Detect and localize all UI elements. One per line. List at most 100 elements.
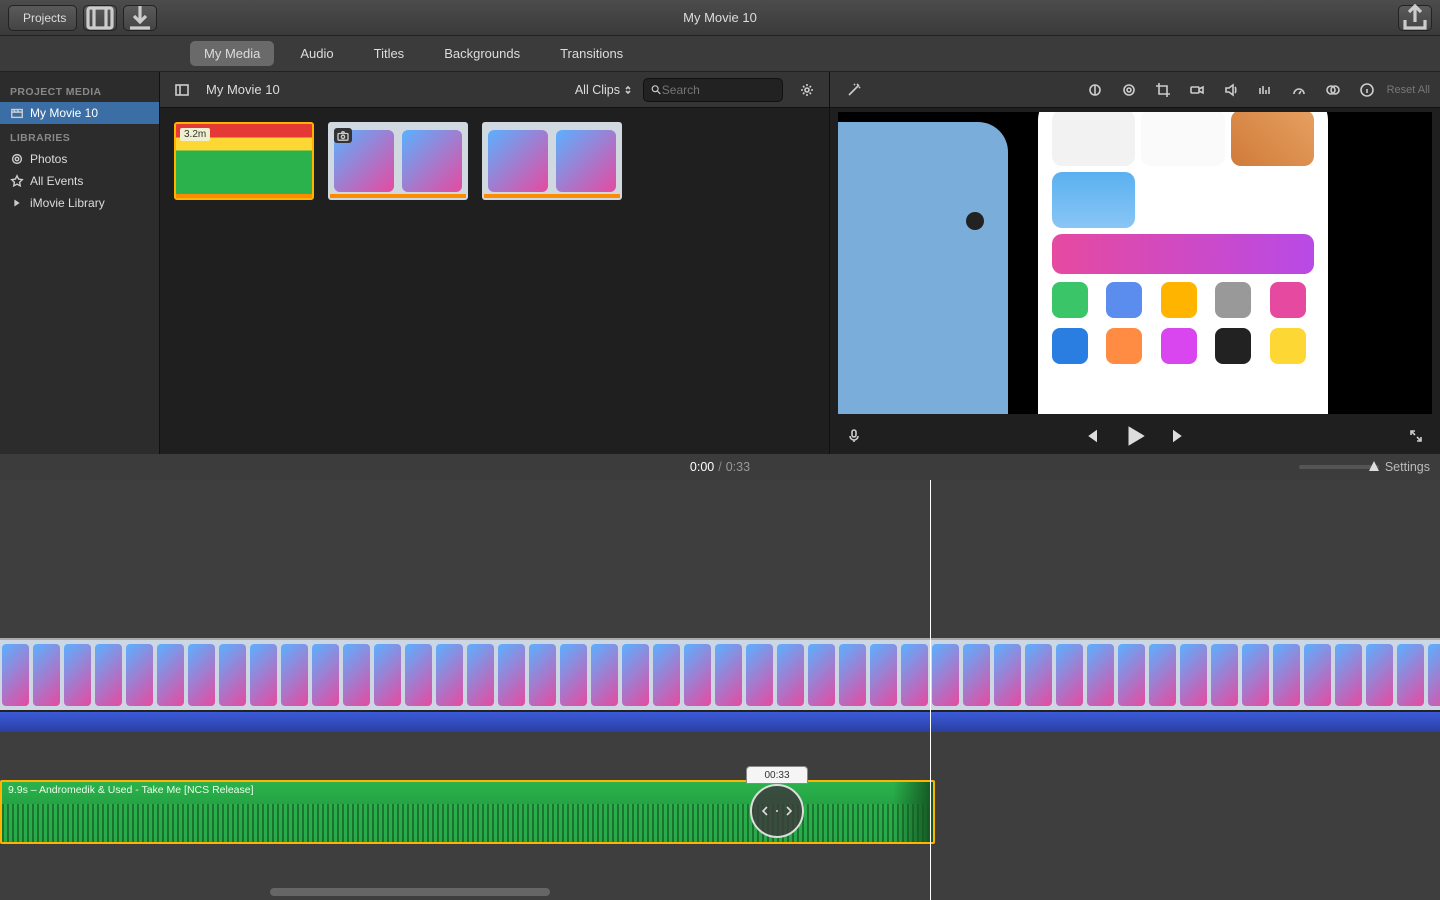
- preview-viewport[interactable]: [838, 112, 1432, 414]
- timeline-scrollbar[interactable]: [270, 888, 550, 896]
- timeline-frame[interactable]: [1054, 640, 1116, 710]
- sidebar-item-label: iMovie Library: [30, 196, 105, 210]
- timeline-frame[interactable]: [372, 640, 434, 710]
- tab-backgrounds[interactable]: Backgrounds: [430, 41, 534, 66]
- sidebar-item-label: My Movie 10: [30, 106, 98, 120]
- sidebar-item-all-events[interactable]: All Events: [0, 170, 159, 192]
- projects-back-button[interactable]: Projects: [8, 5, 77, 31]
- media-settings-button[interactable]: [793, 78, 821, 102]
- search-field[interactable]: [643, 78, 783, 102]
- reset-all-button[interactable]: Reset All: [1387, 84, 1430, 96]
- info-button[interactable]: [1353, 78, 1381, 102]
- media-clip-audio[interactable]: 3.2m: [174, 122, 314, 200]
- sidebar-item-photos[interactable]: Photos: [0, 148, 159, 170]
- tab-my-media[interactable]: My Media: [190, 41, 274, 66]
- timeline-frame[interactable]: [1364, 640, 1426, 710]
- color-correction-button[interactable]: [1115, 78, 1143, 102]
- timeline-frame[interactable]: [496, 640, 558, 710]
- tab-titles[interactable]: Titles: [360, 41, 419, 66]
- timeline-settings-button[interactable]: Settings: [1385, 460, 1430, 474]
- timeline-frame[interactable]: [930, 640, 992, 710]
- share-button[interactable]: [1398, 5, 1432, 31]
- clip-filter-label: All Clips: [575, 83, 620, 97]
- timeline-frame[interactable]: [434, 640, 496, 710]
- timeline-frame[interactable]: [868, 640, 930, 710]
- timeline-frame[interactable]: [0, 640, 62, 710]
- volume-button[interactable]: [1217, 78, 1245, 102]
- trim-center-icon: [775, 806, 779, 816]
- search-input[interactable]: [662, 83, 776, 97]
- voiceover-button[interactable]: [840, 424, 868, 448]
- stabilization-button[interactable]: [1183, 78, 1211, 102]
- timeline-frame[interactable]: [682, 640, 744, 710]
- tab-transitions[interactable]: Transitions: [546, 41, 637, 66]
- info-icon: [1359, 82, 1375, 98]
- equalizer-icon: [1257, 82, 1273, 98]
- preview-ipad-front: [1038, 112, 1328, 414]
- sidebar-toggle-icon: [174, 82, 190, 98]
- filters-button[interactable]: [1319, 78, 1347, 102]
- color-balance-button[interactable]: [1081, 78, 1109, 102]
- sidebar-item-imovie-library[interactable]: iMovie Library: [0, 192, 159, 214]
- media-tabs: My Media Audio Titles Backgrounds Transi…: [0, 36, 1440, 72]
- timeline-frame[interactable]: [1116, 640, 1178, 710]
- sidebar-header-libraries: LIBRARIES: [0, 124, 159, 148]
- timeline-frame[interactable]: [124, 640, 186, 710]
- video-camera-icon: [1189, 82, 1205, 98]
- crop-button[interactable]: [1149, 78, 1177, 102]
- timeline-frame[interactable]: [310, 640, 372, 710]
- fullscreen-icon: [1408, 428, 1424, 444]
- timeline-frame[interactable]: [1302, 640, 1364, 710]
- timeline-frame[interactable]: [1240, 640, 1302, 710]
- timeline-frame[interactable]: [1426, 640, 1440, 710]
- color-wheel-icon: [1121, 82, 1137, 98]
- film-list-icon: [84, 2, 116, 34]
- photos-icon: [10, 152, 24, 166]
- transport-controls: [830, 418, 1440, 454]
- import-down-icon: [124, 2, 156, 34]
- media-browser: My Movie 10 All Clips 3.2m: [160, 72, 830, 454]
- clip-used-strip: [176, 194, 312, 198]
- noise-reduction-button[interactable]: [1251, 78, 1279, 102]
- window-toolbar: Projects My Movie 10: [0, 0, 1440, 36]
- magic-wand-icon: [846, 82, 862, 98]
- timeline-zoom-slider[interactable]: [1299, 465, 1379, 469]
- sidebar-item-project[interactable]: My Movie 10: [0, 102, 159, 124]
- clip-used-strip: [484, 194, 620, 198]
- timeline-frame[interactable]: [62, 640, 124, 710]
- media-clip-video[interactable]: [482, 122, 622, 200]
- prev-button[interactable]: [1082, 426, 1102, 446]
- timeline-frame[interactable]: [186, 640, 248, 710]
- updown-icon: [623, 85, 633, 95]
- tab-audio[interactable]: Audio: [286, 41, 347, 66]
- timeline-frame[interactable]: [992, 640, 1054, 710]
- timeline-frame[interactable]: [1178, 640, 1240, 710]
- video-track[interactable]: /*placeholder*/: [0, 638, 1440, 732]
- sidebar-header-project: PROJECT MEDIA: [0, 78, 159, 102]
- clip-filter-dropdown[interactable]: All Clips: [575, 83, 633, 97]
- speed-button[interactable]: [1285, 78, 1313, 102]
- timeline[interactable]: /*placeholder*/ 9.9s – Andromedik & Used…: [0, 480, 1440, 900]
- trim-handle[interactable]: 00:33: [746, 766, 808, 838]
- library-list-button[interactable]: [83, 5, 117, 31]
- timeline-frame[interactable]: [806, 640, 868, 710]
- playhead[interactable]: [930, 480, 931, 900]
- search-icon: [650, 83, 662, 96]
- toggle-sidebar-button[interactable]: [168, 78, 196, 102]
- timeline-frame[interactable]: [248, 640, 310, 710]
- play-button[interactable]: [1122, 423, 1148, 449]
- next-button[interactable]: [1168, 426, 1188, 446]
- timeline-frame[interactable]: [744, 640, 806, 710]
- import-button[interactable]: [123, 5, 157, 31]
- clip-used-strip: [330, 194, 466, 198]
- timeline-frame[interactable]: [558, 640, 620, 710]
- timeline-frame[interactable]: [620, 640, 682, 710]
- media-header-title: My Movie 10: [206, 82, 280, 97]
- camera-icon: [337, 131, 349, 141]
- fullscreen-button[interactable]: [1402, 424, 1430, 448]
- media-clip-photo[interactable]: [328, 122, 468, 200]
- enhance-button[interactable]: [840, 78, 868, 102]
- video-clip-audio[interactable]: [0, 712, 1440, 732]
- clip-duration-badge: 3.2m: [180, 128, 210, 141]
- share-icon: [1399, 2, 1431, 34]
